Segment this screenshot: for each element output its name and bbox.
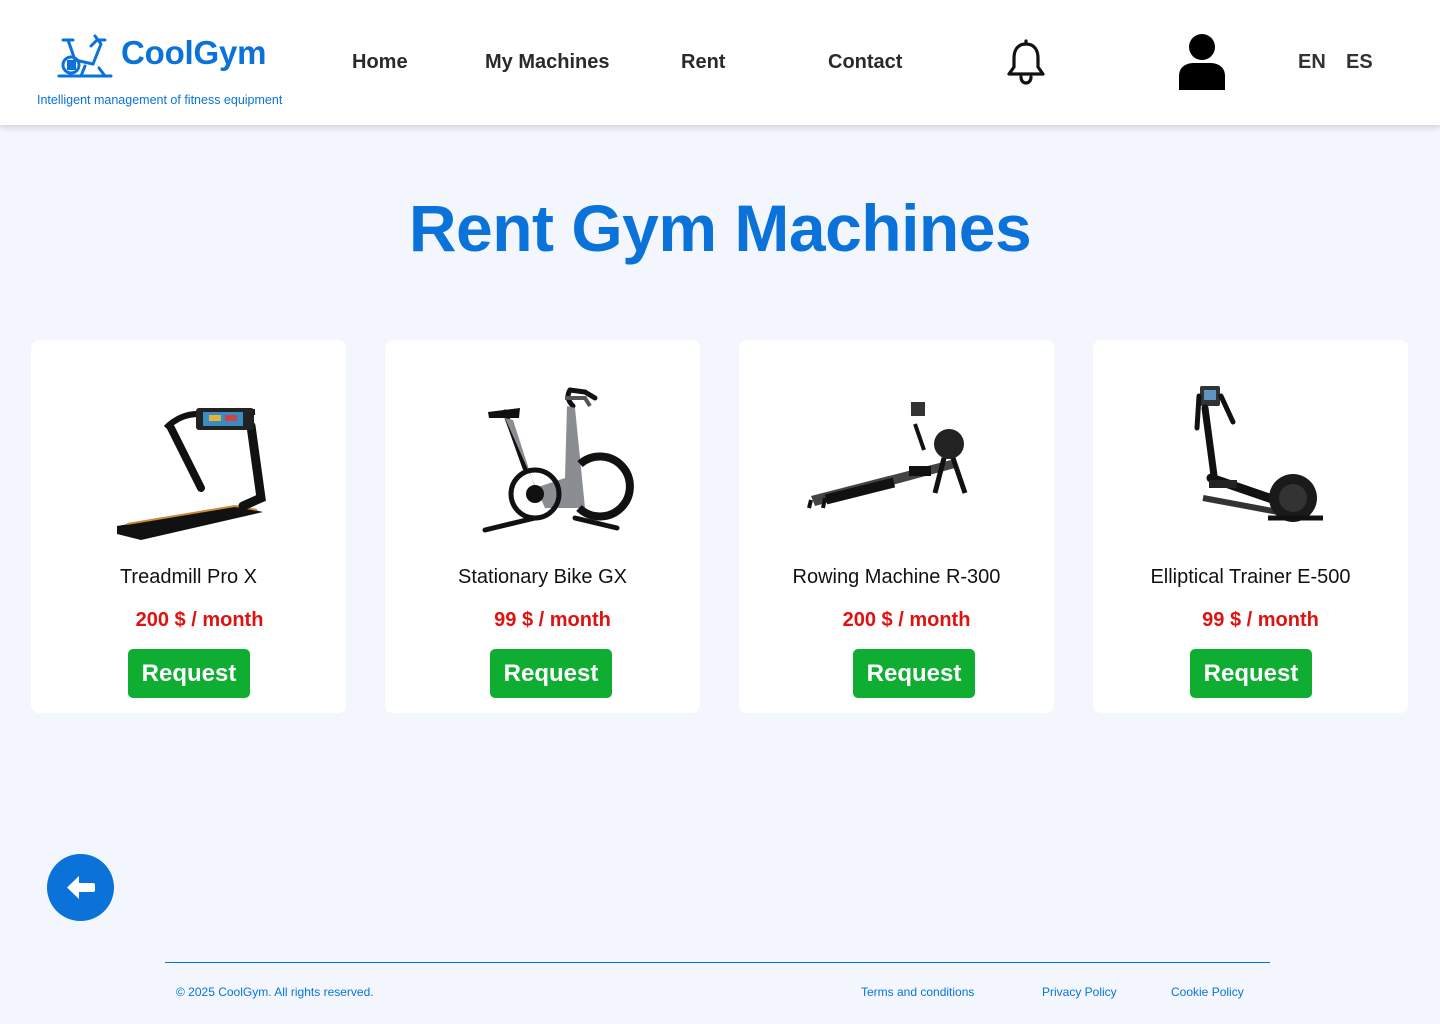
elliptical-trainer-image	[1194, 386, 1323, 522]
machine-card-rowing-machine: Rowing Machine R-300 200 $ / month Reque…	[739, 340, 1054, 713]
nav-home[interactable]: Home	[352, 51, 408, 74]
user-icon[interactable]	[1176, 32, 1228, 90]
footer-link-privacy[interactable]: Privacy Policy	[1042, 985, 1117, 999]
rowing-machine-image	[807, 402, 968, 509]
machine-card-elliptical: Elliptical Trainer E-500 99 $ / month Re…	[1093, 340, 1408, 713]
request-button[interactable]: Request	[490, 649, 612, 698]
brand-name[interactable]: CoolGym	[121, 34, 266, 72]
bell-icon[interactable]	[1004, 36, 1048, 86]
machine-price: 99 $ / month	[1202, 609, 1319, 631]
nav-contact[interactable]: Contact	[828, 51, 902, 74]
machine-name: Rowing Machine R-300	[792, 566, 1001, 588]
page-title: Rent Gym Machines	[408, 191, 1032, 265]
machine-name: Treadmill Pro X	[119, 566, 258, 588]
site-header: CoolGym Intelligent management of fitnes…	[0, 0, 1440, 125]
machine-price: 99 $ / month	[494, 609, 611, 631]
machine-name: Elliptical Trainer E-500	[1150, 566, 1351, 588]
machine-card-treadmill: Treadmill Pro X 200 $ / month Request	[31, 340, 346, 713]
footer-link-cookies[interactable]: Cookie Policy	[1171, 985, 1244, 999]
machine-name: Stationary Bike GX	[458, 566, 627, 588]
brand-tagline: Intelligent management of fitness equipm…	[37, 93, 283, 107]
footer-divider	[165, 962, 1270, 963]
machine-price: 200 $ / month	[135, 609, 264, 631]
nav-rent[interactable]: Rent	[681, 51, 725, 74]
footer-copyright: © 2025 CoolGym. All rights reserved.	[176, 985, 374, 999]
request-button[interactable]: Request	[853, 649, 975, 698]
language-es[interactable]: ES	[1346, 51, 1373, 74]
machine-price: 200 $ / month	[842, 609, 971, 631]
request-button[interactable]: Request	[1190, 649, 1312, 698]
request-button[interactable]: Request	[128, 649, 250, 698]
treadmill-image	[117, 408, 266, 540]
language-en[interactable]: EN	[1298, 51, 1326, 74]
footer-link-terms[interactable]: Terms and conditions	[861, 985, 974, 999]
back-button[interactable]	[47, 854, 114, 921]
machine-card-stationary-bike: Stationary Bike GX 99 $ / month Request	[385, 340, 700, 713]
arrow-left-icon	[67, 876, 95, 899]
stationary-bike-logo-icon[interactable]	[55, 32, 115, 78]
stationary-bike-image	[482, 387, 634, 533]
nav-my-machines[interactable]: My Machines	[485, 51, 609, 74]
